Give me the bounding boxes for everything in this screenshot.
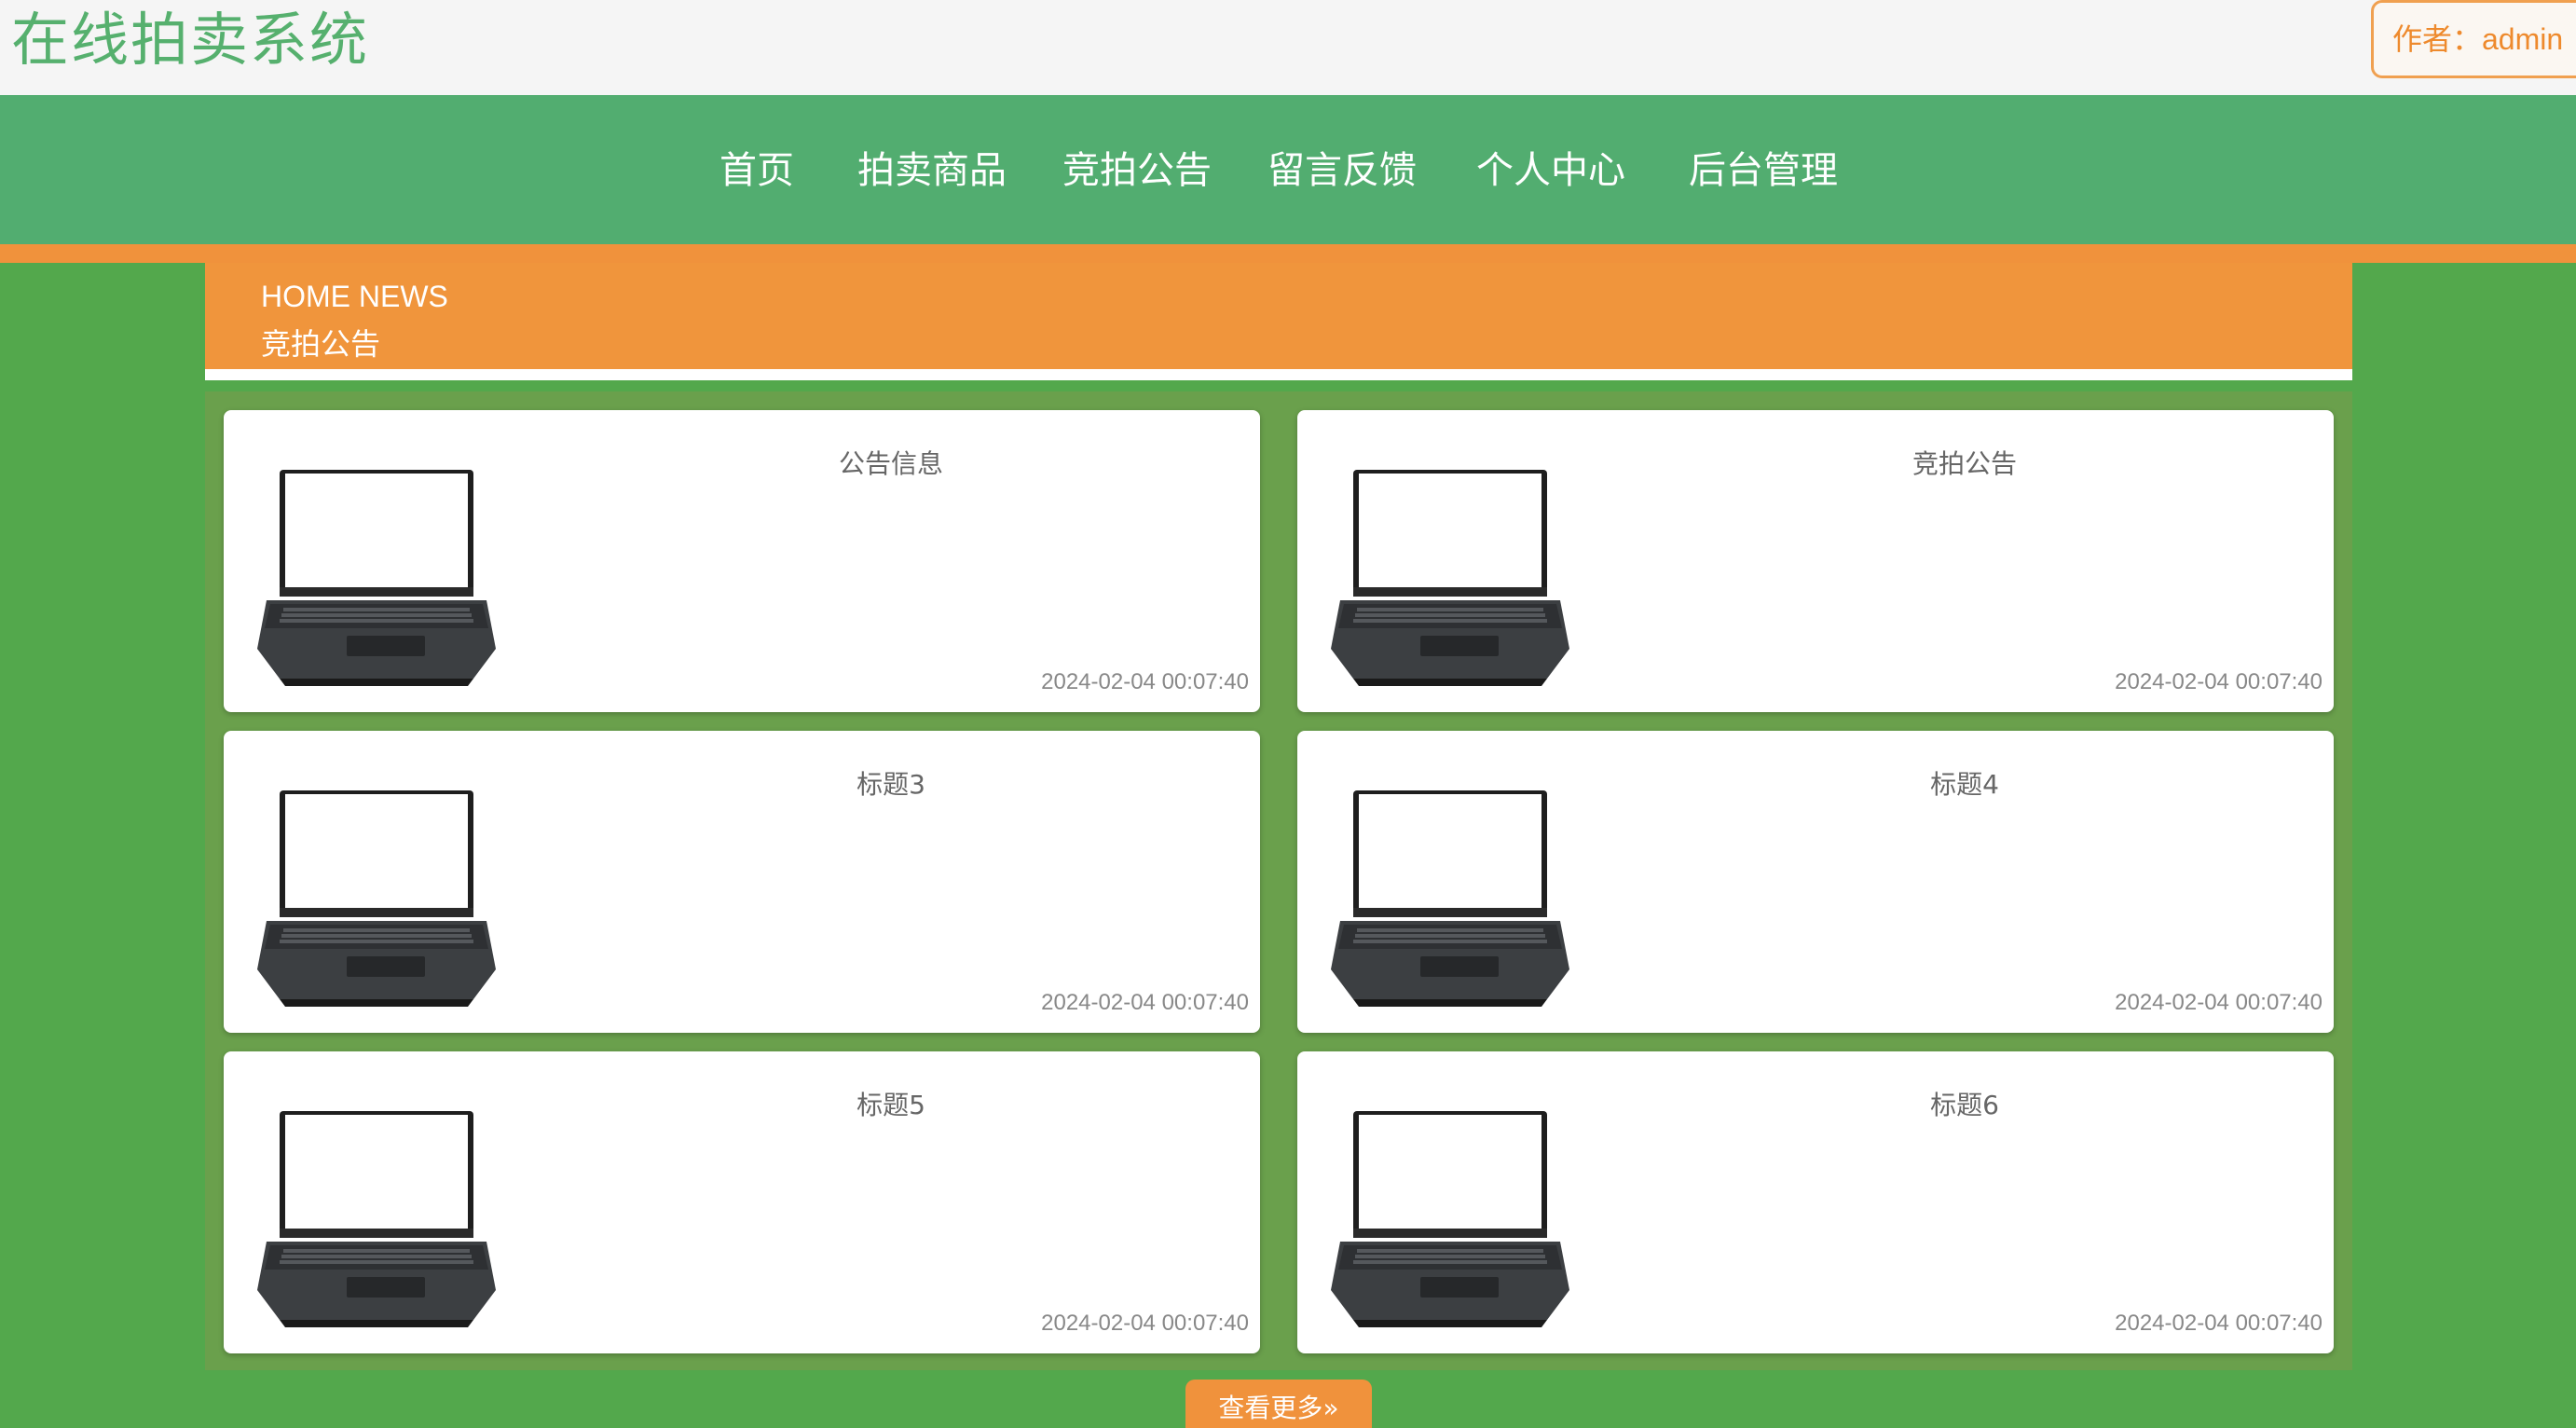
news-card[interactable]: 标题6 2024-02-04 00:07:40 [1297, 1051, 2334, 1353]
laptop-image [257, 462, 496, 693]
card-title: 标题4 [1930, 769, 1999, 800]
card-date: 2024-02-04 00:07:40 [2115, 669, 2323, 694]
news-card[interactable]: 标题5 2024-02-04 00:07:40 [224, 1051, 1260, 1353]
laptop-image [257, 783, 496, 1014]
top-header: 在线拍卖系统 作者：admin [0, 0, 2576, 95]
section-title-zh: 竞拍公告 [261, 326, 381, 362]
card-title: 公告信息 [838, 448, 943, 479]
card-title: 竞拍公告 [1911, 448, 2017, 479]
news-card[interactable]: 标题3 2024-02-04 00:07:40 [224, 731, 1260, 1033]
card-date: 2024-02-04 00:07:40 [1041, 1311, 1249, 1336]
view-more-label: 查看更多 [1218, 1393, 1323, 1423]
nav-item-admin[interactable]: 后台管理 [1689, 140, 1838, 194]
news-card[interactable]: 标题4 2024-02-04 00:07:40 [1297, 731, 2334, 1033]
section-title-en: HOME NEWS [261, 280, 448, 313]
card-title: 标题6 [1930, 1090, 1999, 1120]
laptop-image [257, 1104, 496, 1335]
nav-divider [0, 244, 2576, 263]
site-title: 在线拍卖系统 [11, 6, 370, 74]
card-title: 标题3 [856, 769, 925, 800]
card-date: 2024-02-04 00:07:40 [1041, 669, 1249, 694]
view-more-button[interactable]: 查看更多» [1185, 1380, 1372, 1428]
nav-item-home[interactable]: 首页 [719, 140, 794, 194]
laptop-image [1331, 783, 1569, 1014]
nav-item-auction-goods[interactable]: 拍卖商品 [857, 140, 1007, 194]
card-date: 2024-02-04 00:07:40 [2115, 990, 2323, 1015]
news-card[interactable]: 公告信息 2024-02-04 00:07:40 [224, 410, 1260, 712]
laptop-image [1331, 1104, 1569, 1335]
news-section-header: HOME NEWS 竞拍公告 [205, 263, 2352, 380]
author-button[interactable]: 作者：admin [2371, 0, 2576, 78]
nav-item-personal-center[interactable]: 个人中心 [1476, 140, 1625, 194]
nav-item-feedback[interactable]: 留言反馈 [1267, 140, 1417, 194]
card-title: 标题5 [856, 1090, 925, 1120]
nav-item-bid-notice[interactable]: 竞拍公告 [1062, 140, 1212, 194]
laptop-image [1331, 462, 1569, 693]
card-date: 2024-02-04 00:07:40 [1041, 990, 1249, 1015]
double-chevron-right-icon: » [1322, 1393, 1339, 1423]
news-card[interactable]: 竞拍公告 2024-02-04 00:07:40 [1297, 410, 2334, 712]
main-nav: 首页 拍卖商品 竞拍公告 留言反馈 个人中心 后台管理 [0, 95, 2576, 244]
card-date: 2024-02-04 00:07:40 [2115, 1311, 2323, 1336]
